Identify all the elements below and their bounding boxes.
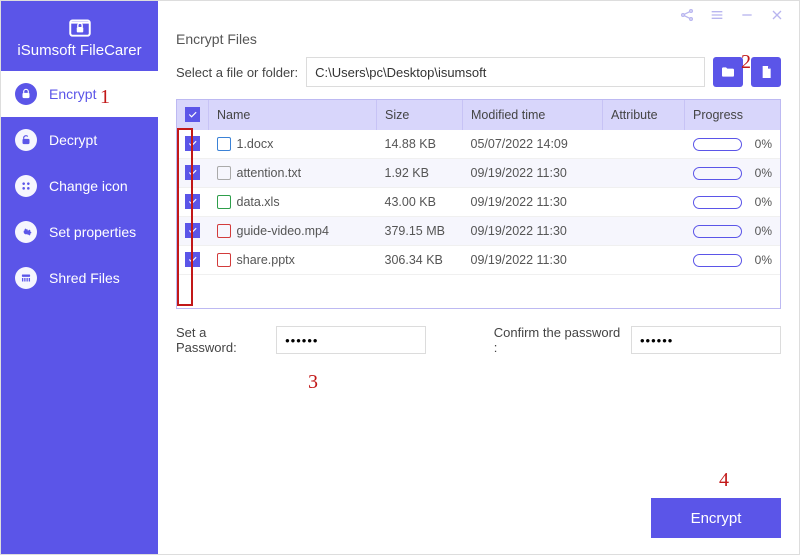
grid-icon	[15, 175, 37, 197]
progress-percent: 0%	[748, 195, 772, 209]
row-checkbox[interactable]	[185, 165, 200, 180]
file-name: guide-video.mp4	[237, 224, 329, 238]
file-type-icon	[217, 166, 231, 180]
sidebar-item-label: Shred Files	[49, 270, 120, 286]
close-icon[interactable]	[769, 7, 785, 23]
select-all-checkbox[interactable]	[177, 100, 209, 130]
table-row[interactable]: share.pptx 306.34 KB09/19/2022 11:30 0%	[177, 246, 780, 275]
file-attribute	[603, 246, 685, 275]
file-modified: 09/19/2022 11:30	[463, 217, 603, 246]
col-header-modified[interactable]: Modified time	[463, 100, 603, 130]
progress-percent: 0%	[748, 253, 772, 267]
sidebar-item-set-properties[interactable]: Set properties	[1, 209, 158, 255]
file-attribute	[603, 159, 685, 188]
progress-percent: 0%	[748, 166, 772, 180]
progress-bar	[693, 254, 743, 267]
minimize-icon[interactable]	[739, 7, 755, 23]
file-name: data.xls	[237, 195, 280, 209]
sidebar-item-label: Encrypt	[49, 86, 96, 102]
main-area: Encrypt Files Select a file or folder: N	[158, 1, 799, 554]
file-size: 379.15 MB	[377, 217, 463, 246]
col-header-size[interactable]: Size	[377, 100, 463, 130]
file-attribute	[603, 188, 685, 217]
gear-icon	[15, 221, 37, 243]
progress-bar	[693, 138, 743, 151]
file-modified: 05/07/2022 14:09	[463, 130, 603, 159]
file-size: 14.88 KB	[377, 130, 463, 159]
app-logo-area: iSumsoft FileCarer	[1, 1, 158, 71]
sidebar: iSumsoft FileCarer Encrypt Decrypt Chang…	[1, 1, 158, 554]
file-name: attention.txt	[237, 166, 302, 180]
shred-icon	[15, 267, 37, 289]
path-input[interactable]	[306, 57, 705, 87]
file-attribute	[603, 217, 685, 246]
sidebar-item-shred-files[interactable]: Shred Files	[1, 255, 158, 301]
file-modified: 09/19/2022 11:30	[463, 246, 603, 275]
confirm-password-label: Confirm the password :	[494, 325, 621, 355]
table-row[interactable]: data.xls 43.00 KB09/19/2022 11:30 0%	[177, 188, 780, 217]
file-attribute	[603, 130, 685, 159]
sidebar-item-label: Set properties	[49, 224, 136, 240]
file-type-icon	[217, 137, 231, 151]
browse-file-button[interactable]	[751, 57, 781, 87]
browse-folder-button[interactable]	[713, 57, 743, 87]
file-type-icon	[217, 224, 231, 238]
path-label: Select a file or folder:	[176, 65, 298, 80]
window-titlebar	[158, 1, 799, 29]
row-checkbox[interactable]	[185, 252, 200, 267]
sidebar-item-change-icon[interactable]: Change icon	[1, 163, 158, 209]
sidebar-item-decrypt[interactable]: Decrypt	[1, 117, 158, 163]
set-password-input[interactable]	[276, 326, 426, 354]
file-name: 1.docx	[237, 137, 274, 151]
table-row[interactable]: attention.txt 1.92 KB09/19/2022 11:30 0%	[177, 159, 780, 188]
progress-percent: 0%	[748, 137, 772, 151]
confirm-password-input[interactable]	[631, 326, 781, 354]
progress-bar	[693, 167, 743, 180]
file-type-icon	[217, 195, 231, 209]
file-type-icon	[217, 253, 231, 267]
file-table: Name Size Modified time Attribute Progre…	[176, 99, 781, 309]
lock-icon	[15, 83, 37, 105]
sidebar-item-encrypt[interactable]: Encrypt	[1, 71, 158, 117]
progress-percent: 0%	[748, 224, 772, 238]
file-size: 43.00 KB	[377, 188, 463, 217]
col-header-name[interactable]: Name	[209, 100, 377, 130]
menu-icon[interactable]	[709, 7, 725, 23]
file-name: share.pptx	[237, 253, 295, 267]
sidebar-item-label: Change icon	[49, 178, 128, 194]
set-password-label: Set a Password:	[176, 325, 266, 355]
sidebar-item-label: Decrypt	[49, 132, 97, 148]
file-size: 306.34 KB	[377, 246, 463, 275]
encrypt-button[interactable]: Encrypt	[651, 498, 781, 538]
file-size: 1.92 KB	[377, 159, 463, 188]
app-title: iSumsoft FileCarer	[17, 42, 141, 59]
table-row[interactable]: guide-video.mp4 379.15 MB09/19/2022 11:30…	[177, 217, 780, 246]
section-title: Encrypt Files	[176, 31, 781, 47]
share-icon[interactable]	[679, 7, 695, 23]
progress-bar	[693, 196, 743, 209]
row-checkbox[interactable]	[185, 136, 200, 151]
col-header-attribute[interactable]: Attribute	[603, 100, 685, 130]
col-header-progress[interactable]: Progress	[685, 100, 781, 130]
row-checkbox[interactable]	[185, 223, 200, 238]
unlock-icon	[15, 129, 37, 151]
progress-bar	[693, 225, 743, 238]
app-logo-icon	[67, 14, 93, 40]
table-row[interactable]: 1.docx 14.88 KB05/07/2022 14:09 0%	[177, 130, 780, 159]
file-modified: 09/19/2022 11:30	[463, 159, 603, 188]
row-checkbox[interactable]	[185, 194, 200, 209]
sidebar-nav: Encrypt Decrypt Change icon Set properti…	[1, 71, 158, 301]
file-modified: 09/19/2022 11:30	[463, 188, 603, 217]
